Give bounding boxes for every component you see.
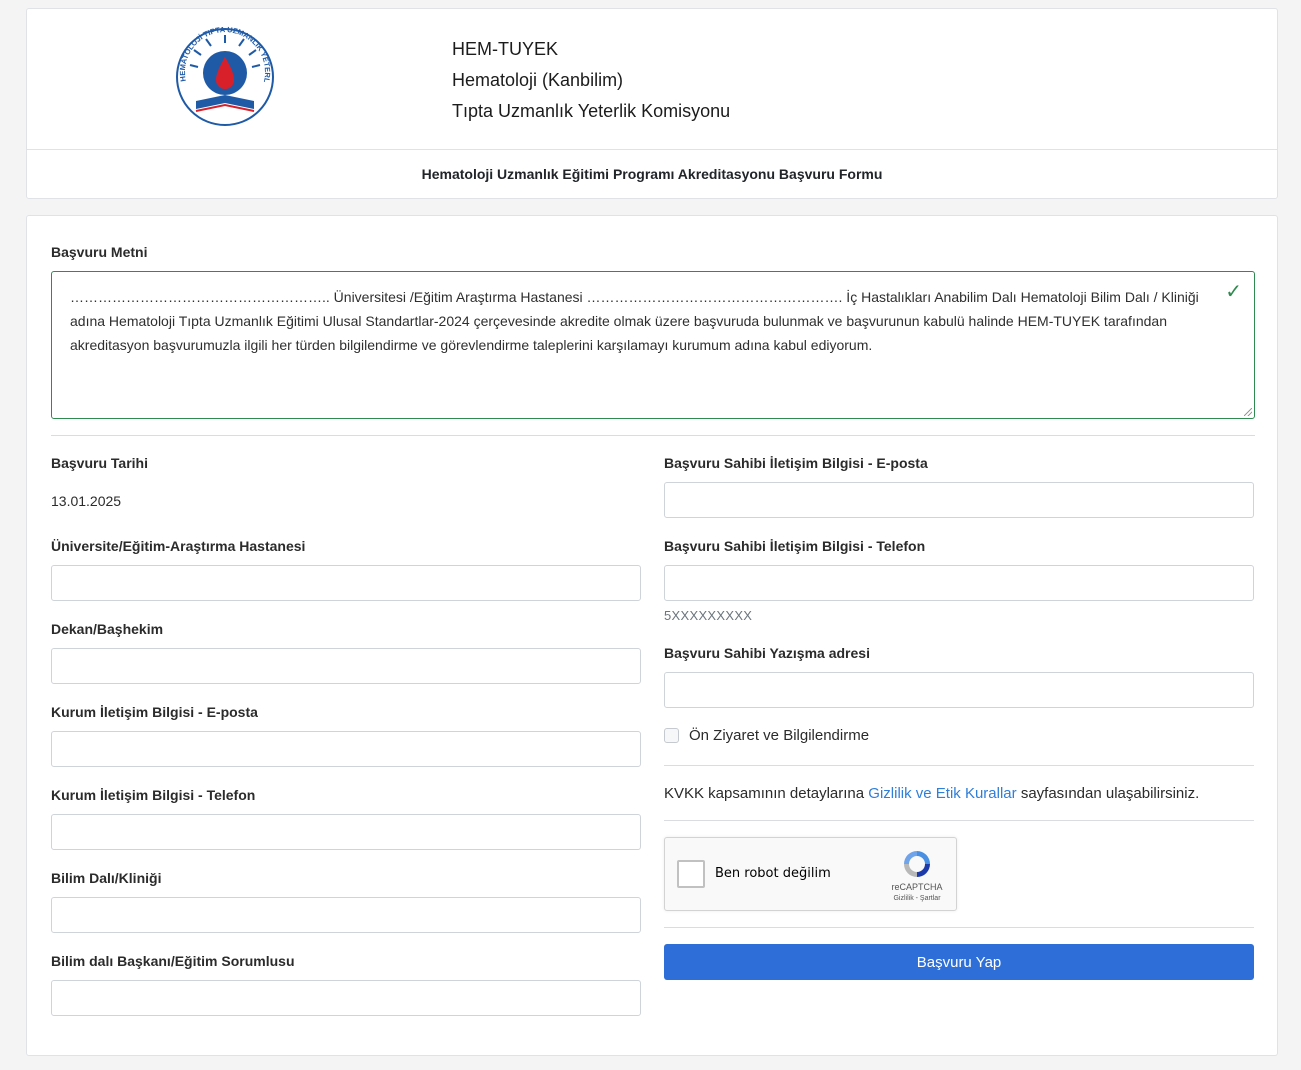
divider	[664, 765, 1254, 766]
recaptcha-widget: Ben robot değilim reCAPTCHA Gizlilik - Ş…	[664, 837, 957, 911]
application-text-label: Başvuru Metni	[51, 244, 148, 260]
application-text-area[interactable]: ……………………………………………….. Üniversitesi /Eğiti…	[51, 271, 1255, 419]
divider	[664, 820, 1254, 821]
check-icon: ✓	[1225, 281, 1242, 303]
university-input[interactable]	[51, 565, 641, 601]
applicant-phone-input[interactable]	[664, 565, 1254, 601]
org-line-3: Tıpta Uzmanlık Yeterlik Komisyonu	[452, 101, 731, 121]
divider	[51, 435, 1255, 436]
org-line-2: Hematoloji (Kanbilim)	[452, 70, 624, 90]
institution-phone-input[interactable]	[51, 814, 641, 850]
applicant-email-input[interactable]	[664, 482, 1254, 518]
department-head-input[interactable]	[51, 980, 641, 1016]
department-head-label: Bilim dalı Başkanı/Eğitim Sorumlusu	[51, 953, 295, 969]
pre-visit-label: Ön Ziyaret ve Bilgilendirme	[689, 727, 870, 744]
applicant-address-input[interactable]	[664, 672, 1254, 708]
institution-email-input[interactable]	[51, 731, 641, 767]
org-short-name: HEM-TUYEK	[452, 39, 559, 59]
pre-visit-checkbox[interactable]	[664, 728, 679, 743]
resize-handle-icon[interactable]	[1244, 408, 1252, 416]
recaptcha-logo-icon	[904, 851, 930, 877]
department-input[interactable]	[51, 897, 641, 933]
kvkk-text-after: sayfasından ulaşabilirsiniz.	[1016, 785, 1200, 802]
recaptcha-brand: reCAPTCHA	[891, 882, 943, 892]
university-label: Üniversite/Eğitim-Araştırma Hastanesi	[51, 538, 306, 554]
recaptcha-label: Ben robot değilim	[715, 866, 831, 881]
privacy-ethics-link[interactable]: Gizlilik ve Etik Kurallar	[868, 785, 1016, 802]
dean-input[interactable]	[51, 648, 641, 684]
kvkk-text-before: KVKK kapsamının detaylarına	[664, 785, 869, 802]
application-date-label: Başvuru Tarihi	[51, 455, 148, 471]
header-top: HEMATOLOJİ TIPTA UZMANLIK YETERLİK KOMİS…	[27, 9, 1277, 150]
application-text-value: ……………………………………………….. Üniversitesi /Eğiti…	[70, 289, 1199, 353]
recaptcha-checkbox[interactable]	[677, 860, 705, 888]
application-date-value: 13.01.2025	[51, 493, 122, 509]
divider	[664, 927, 1254, 928]
applicant-phone-label: Başvuru Sahibi İletişim Bilgisi - Telefo…	[664, 538, 926, 554]
recaptcha-privacy-terms[interactable]: Gizlilik - Şartlar	[887, 895, 947, 902]
kvkk-notice: KVKK kapsamının detaylarına Gizlilik ve …	[664, 785, 1199, 802]
hem-tuyek-logo: HEMATOLOJİ TIPTA UZMANLIK YETERLİK KOMİS…	[166, 21, 274, 126]
submit-application-button[interactable]: Başvuru Yap	[664, 944, 1254, 980]
phone-format-hint: 5XXXXXXXXX	[664, 608, 753, 623]
institution-email-label: Kurum İletişim Bilgisi - E-posta	[51, 704, 258, 720]
applicant-email-label: Başvuru Sahibi İletişim Bilgisi - E-post…	[664, 455, 928, 471]
form-card: Başvuru Metni ……………………………………………….. Ünive…	[26, 215, 1278, 1056]
institution-phone-label: Kurum İletişim Bilgisi - Telefon	[51, 787, 256, 803]
applicant-address-label: Başvuru Sahibi Yazışma adresi	[664, 645, 870, 661]
form-title: Hematoloji Uzmanlık Eğitimi Programı Akr…	[421, 166, 883, 182]
department-label: Bilim Dalı/Kliniği	[51, 870, 162, 886]
dean-label: Dekan/Başhekim	[51, 621, 164, 637]
organization-title: HEM-TUYEK Hematoloji (Kanbilim) Tıpta Uz…	[452, 34, 730, 127]
pre-visit-checkbox-row[interactable]: Ön Ziyaret ve Bilgilendirme	[664, 727, 869, 744]
header-card: HEMATOLOJİ TIPTA UZMANLIK YETERLİK KOMİS…	[26, 8, 1278, 199]
